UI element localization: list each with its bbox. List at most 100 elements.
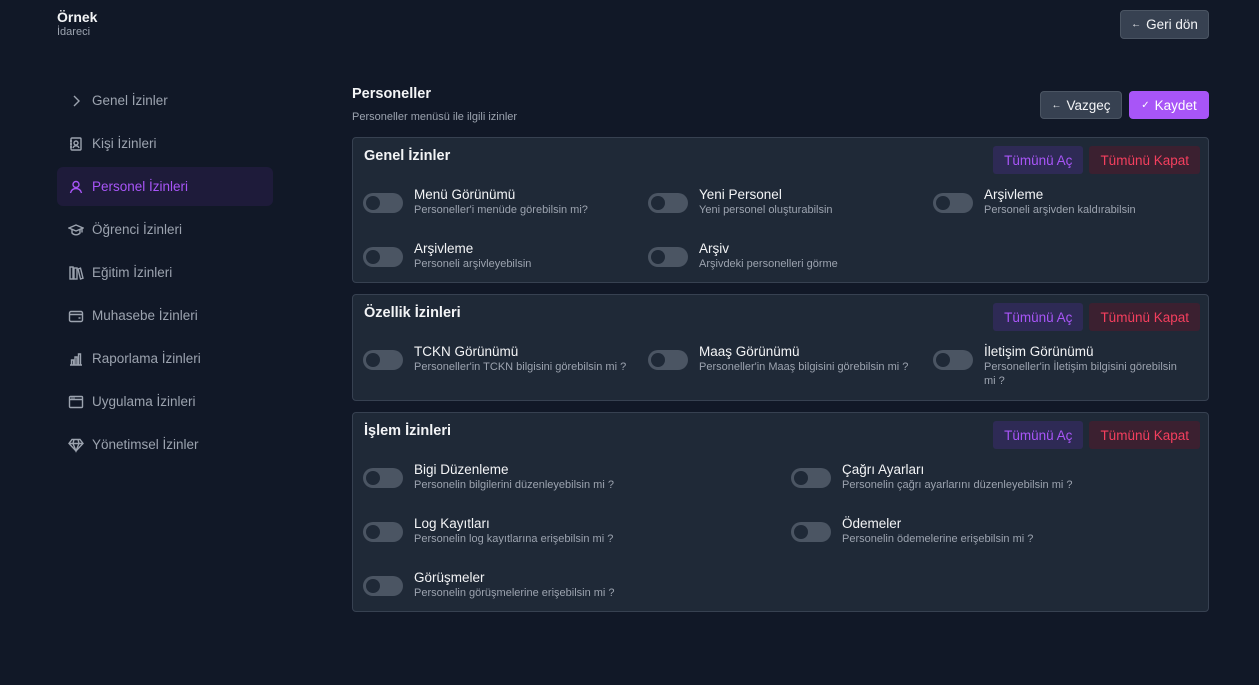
toggle-knob — [366, 250, 380, 264]
check-icon: ✓ — [1141, 99, 1150, 111]
open-all-button[interactable]: Tümünü Aç — [993, 146, 1084, 174]
permission-item: Maaş Görünümü Personeller'in Maaş bilgisi… — [648, 344, 933, 382]
toggle-knob — [651, 196, 665, 210]
permission-title: Menü Görünümü — [414, 187, 516, 202]
permission-toggle[interactable] — [791, 468, 831, 488]
diamond-icon — [68, 437, 84, 453]
permission-item: İletişim Görünümü Personeller'in İletişim… — [933, 344, 1190, 387]
back-button[interactable]: ← Geri dön — [1120, 10, 1209, 39]
toggle-knob — [794, 525, 808, 539]
save-button-label: Kaydet — [1154, 97, 1197, 113]
permission-desc: Personelin çağrı ayarlarını düzenleyebil… — [842, 479, 1073, 491]
section-title: Özellik İzinleri — [364, 305, 461, 321]
books-icon — [68, 265, 84, 281]
page-subtitle: Personeller menüsü ile ilgili izinler — [352, 111, 518, 123]
permission-desc: Personelin bilgilerini düzenleyebilsin m… — [414, 479, 614, 491]
sidebar-item-label: Muhasebe İzinleri — [92, 308, 198, 323]
permission-item: Görüşmeler Personelin görüşmelerine erişe… — [363, 570, 791, 608]
permission-toggle[interactable] — [363, 350, 403, 370]
page-title: Personeller — [352, 86, 431, 102]
sidebar-item-label: Uygulama İzinleri — [92, 394, 196, 409]
open-all-button[interactable]: Tümünü Aç — [993, 421, 1084, 449]
permission-toggle[interactable] — [363, 522, 403, 542]
sidebar-item-label: Genel İzinler — [92, 93, 168, 108]
permission-item: Ödemeler Personelin ödemelerine erişebils… — [791, 516, 1191, 554]
permission-title: Log Kayıtları — [414, 516, 490, 531]
permission-title: Arşivleme — [414, 241, 474, 256]
permission-title: Görüşmeler — [414, 570, 485, 585]
brand: Örnek İdareci — [57, 9, 97, 38]
close-all-button[interactable]: Tümünü Kapat — [1089, 146, 1200, 174]
permission-desc: Personeller'i menüde görebilsin mi? — [414, 204, 588, 216]
permission-desc: Personeller'in Maaş bilgisini görebilsin… — [699, 361, 909, 373]
section-ozellik-izinleri: Özellik İzinleri Tümünü Aç Tümünü Kapat … — [352, 294, 1209, 401]
permission-toggle[interactable] — [933, 193, 973, 213]
permission-desc: Arşivdeki personelleri görme — [699, 258, 838, 270]
permission-toggle[interactable] — [933, 350, 973, 370]
arrow-left-icon: ← — [1131, 19, 1142, 30]
permission-toggle[interactable] — [363, 468, 403, 488]
sidebar-item-label: Yönetimsel İzinler — [92, 437, 199, 452]
permission-item: TCKN Görünümü Personeller'in TCKN bilgisi… — [363, 344, 648, 382]
sidebar-item-kisi[interactable]: Kişi İzinleri — [57, 124, 273, 163]
permission-desc: Personeller'in TCKN bilgisini görebilsin… — [414, 361, 627, 373]
permission-toggle[interactable] — [648, 350, 688, 370]
open-all-button[interactable]: Tümünü Aç — [993, 303, 1084, 331]
toggle-knob — [366, 353, 380, 367]
sidebar-item-yonetimsel[interactable]: Yönetimsel İzinler — [57, 425, 273, 464]
permission-desc: Personelin log kayıtlarına erişebilsin m… — [414, 533, 614, 545]
permission-toggle[interactable] — [363, 576, 403, 596]
permission-toggle[interactable] — [363, 193, 403, 213]
permission-title: Ödemeler — [842, 516, 902, 531]
toggle-knob — [936, 196, 950, 210]
permission-desc: Personeli arşivleyebilsin — [414, 258, 532, 270]
sidebar-item-label: Eğitim İzinleri — [92, 265, 173, 280]
sidebar-item-label: Personel İzinleri — [92, 179, 189, 194]
section-title: Genel İzinler — [364, 148, 451, 164]
close-all-button[interactable]: Tümünü Kapat — [1089, 303, 1200, 331]
toggle-knob — [366, 525, 380, 539]
cancel-button[interactable]: ← Vazgeç — [1040, 91, 1122, 119]
permission-toggle[interactable] — [648, 247, 688, 267]
permission-title: İletişim Görünümü — [984, 344, 1094, 359]
section-islem-izinleri: İşlem İzinleri Tümünü Aç Tümünü Kapat Bi… — [352, 412, 1209, 612]
permission-title: Arşiv — [699, 241, 729, 256]
permission-item: Çağrı Ayarları Personelin çağrı ayarların… — [791, 462, 1191, 500]
sidebar-item-label: Öğrenci İzinleri — [92, 222, 183, 237]
app-window-icon — [68, 394, 84, 410]
sidebar-item-uygulama[interactable]: Uygulama İzinleri — [57, 382, 273, 421]
sidebar-item-raporlama[interactable]: Raporlama İzinleri — [57, 339, 273, 378]
permission-desc: Personeli arşivden kaldırabilsin — [984, 204, 1136, 216]
permission-item: Arşivleme Personeli arşivleyebilsin — [363, 241, 648, 279]
back-button-label: Geri dön — [1146, 17, 1198, 32]
chevron-right-icon — [68, 93, 84, 109]
section-title: İşlem İzinleri — [364, 423, 452, 439]
save-button[interactable]: ✓ Kaydet — [1129, 91, 1209, 119]
permission-item: Log Kayıtları Personelin log kayıtlarına … — [363, 516, 791, 554]
close-all-button[interactable]: Tümünü Kapat — [1089, 421, 1200, 449]
permission-title: Çağrı Ayarları — [842, 462, 925, 477]
bar-chart-icon — [68, 351, 84, 367]
permission-title: Arşivleme — [984, 187, 1044, 202]
toggle-knob — [651, 353, 665, 367]
permission-desc: Personeller'in İletişim bilgisini görebi… — [984, 361, 1177, 387]
toggle-knob — [366, 471, 380, 485]
permission-toggle[interactable] — [363, 247, 403, 267]
sidebar-item-label: Kişi İzinleri — [92, 136, 157, 151]
sidebar-item-muhasebe[interactable]: Muhasebe İzinleri — [57, 296, 273, 335]
cancel-button-label: Vazgeç — [1066, 97, 1111, 113]
permission-desc: Yeni personel oluşturabilsin — [699, 204, 833, 216]
sidebar-item-personel[interactable]: Personel İzinleri — [57, 167, 273, 206]
permission-toggle[interactable] — [648, 193, 688, 213]
permission-item: Yeni Personel Yeni personel oluşturabilsi… — [648, 187, 933, 225]
sidebar-item-ogrenci[interactable]: Öğrenci İzinleri — [57, 210, 273, 249]
toggle-knob — [366, 196, 380, 210]
permission-toggle[interactable] — [791, 522, 831, 542]
sidebar-item-genel[interactable]: Genel İzinler — [57, 81, 273, 120]
sidebar-item-egitim[interactable]: Eğitim İzinleri — [57, 253, 273, 292]
user-role: İdareci — [57, 26, 91, 38]
toggle-knob — [936, 353, 950, 367]
main-content: Personeller Personeller menüsü ile ilgil… — [352, 84, 1209, 623]
graduation-cap-icon — [68, 222, 84, 238]
arrow-left-icon: ← — [1051, 99, 1062, 111]
